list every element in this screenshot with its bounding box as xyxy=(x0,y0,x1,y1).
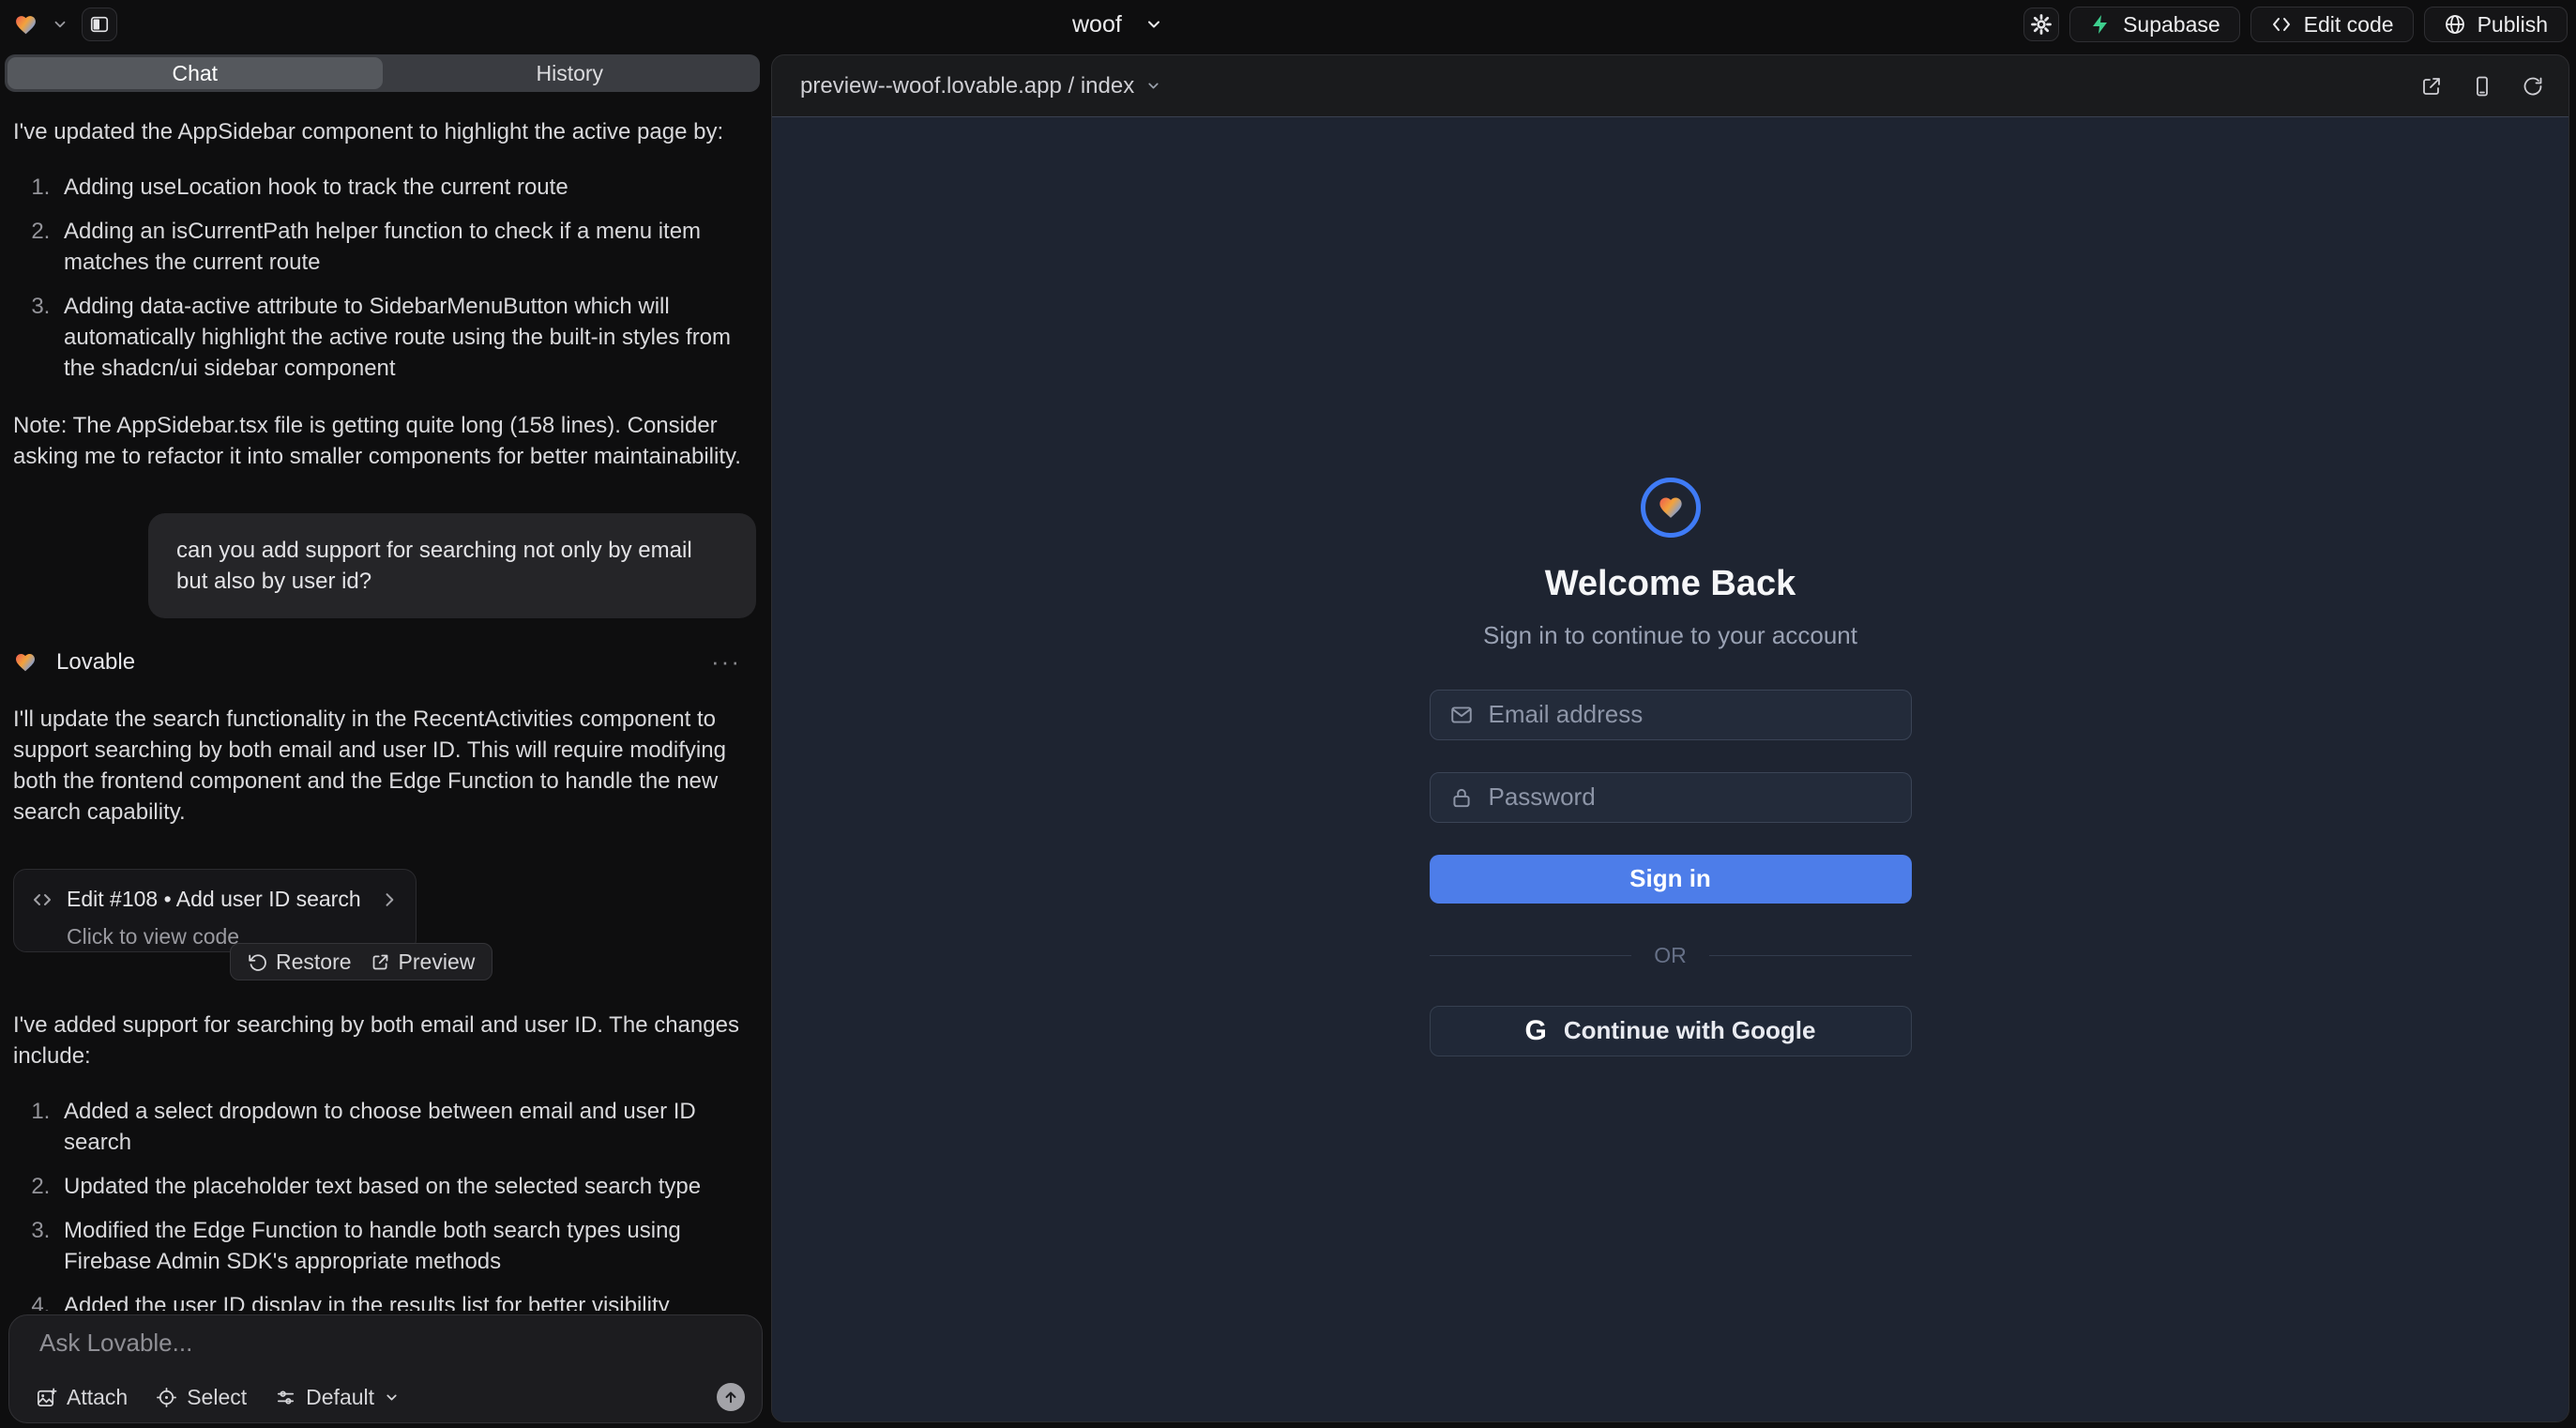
refresh-icon[interactable] xyxy=(2522,75,2544,98)
settings-button[interactable] xyxy=(2023,8,2059,41)
continue-with-google-button[interactable]: G Continue with Google xyxy=(1430,1006,1912,1056)
open-in-new-tab-icon[interactable] xyxy=(2420,75,2443,98)
assistant-name: Lovable xyxy=(56,646,135,677)
code-brackets-icon xyxy=(2270,13,2293,36)
lovable-avatar-heart-icon xyxy=(13,651,38,674)
preview-url: preview--woof.lovable.app / index xyxy=(800,73,1134,99)
supabase-label: Supabase xyxy=(2123,12,2220,38)
edit-code-label: Edit code xyxy=(2304,12,2394,38)
assistant-msg1-list: Adding useLocation hook to track the cur… xyxy=(56,172,756,384)
chat-panel: Chat History I've updated the AppSidebar… xyxy=(0,49,765,1428)
assistant-msg2-list: Added a select dropdown to choose betwee… xyxy=(56,1096,756,1311)
chat-history-tabbar: Chat History xyxy=(5,54,760,92)
assistant-msg2-summary: I've added support for searching by both… xyxy=(13,1010,756,1071)
restore-icon xyxy=(248,952,267,972)
globe-icon xyxy=(2444,13,2466,36)
edit-card[interactable]: Edit #108 • Add user ID search supp... C… xyxy=(13,869,417,952)
mobile-view-icon[interactable] xyxy=(2471,75,2493,98)
composer: Attach Select Default xyxy=(8,1314,763,1423)
envelope-icon xyxy=(1449,703,1474,727)
sidebar-toggle-button[interactable] xyxy=(82,8,117,41)
tab-chat[interactable]: Chat xyxy=(8,57,383,89)
lock-icon xyxy=(1449,785,1474,810)
edit-card-wrapper: Edit #108 • Add user ID search supp... C… xyxy=(13,869,417,983)
login-subtitle: Sign in to continue to your account xyxy=(1483,621,1857,650)
assistant-msg1-intro: I've updated the AppSidebar component to… xyxy=(13,116,756,147)
login-card: Welcome Back Sign in to continue to your… xyxy=(1430,478,1912,1056)
publish-label: Publish xyxy=(2478,12,2548,38)
preview-button[interactable]: Preview xyxy=(365,943,481,981)
edit-card-title: Edit #108 • Add user ID search supp... xyxy=(67,884,367,915)
tab-history[interactable]: History xyxy=(383,57,758,89)
app-logo-ring xyxy=(1641,478,1701,538)
chat-input[interactable] xyxy=(39,1329,696,1358)
supabase-bolt-icon xyxy=(2089,13,2112,36)
list-item: Adding data-active attribute to SidebarM… xyxy=(56,291,756,384)
list-item: Modified the Edge Function to handle bot… xyxy=(56,1215,756,1277)
or-divider: OR xyxy=(1430,943,1912,968)
list-item: Added the user ID display in the results… xyxy=(56,1290,756,1311)
project-menu-chevron-icon[interactable] xyxy=(52,16,68,33)
publish-button[interactable]: Publish xyxy=(2424,7,2568,42)
password-field[interactable] xyxy=(1489,782,1892,812)
divider-line xyxy=(1709,955,1912,956)
preview-urlbar: preview--woof.lovable.app / index xyxy=(772,55,2568,116)
preview-viewport: Welcome Back Sign in to continue to your… xyxy=(772,116,2568,1421)
supabase-button[interactable]: Supabase xyxy=(2069,7,2240,42)
select-button[interactable]: Select xyxy=(156,1385,247,1410)
list-item: Adding an isCurrentPath helper function … xyxy=(56,216,756,278)
password-field-wrapper xyxy=(1430,772,1912,823)
login-title: Welcome Back xyxy=(1545,564,1796,604)
preview-url-dropdown[interactable]: preview--woof.lovable.app / index xyxy=(800,73,1161,99)
chevron-right-icon[interactable] xyxy=(380,890,399,909)
attach-image-icon xyxy=(36,1387,57,1408)
chevron-down-icon xyxy=(1145,78,1161,94)
gear-icon xyxy=(2030,13,2053,36)
attach-button[interactable]: Attach xyxy=(36,1385,128,1410)
send-button[interactable] xyxy=(717,1383,745,1411)
arrow-up-icon xyxy=(722,1389,739,1405)
chevron-down-icon xyxy=(1144,15,1163,34)
edit-code-button[interactable]: Edit code xyxy=(2250,7,2414,42)
email-field-wrapper xyxy=(1430,690,1912,740)
edit-card-actions: Restore Preview xyxy=(230,943,492,980)
mode-dropdown[interactable]: Default xyxy=(275,1385,400,1410)
assistant-header: Lovable ··· xyxy=(13,646,756,677)
code-brackets-icon xyxy=(31,889,53,911)
preview-panel: preview--woof.lovable.app / index xyxy=(771,54,2569,1422)
user-message-row: can you add support for searching not on… xyxy=(13,513,756,618)
email-field[interactable] xyxy=(1489,700,1892,729)
sliders-icon xyxy=(275,1387,296,1408)
chevron-down-icon xyxy=(384,1390,400,1405)
list-item: Adding useLocation hook to track the cur… xyxy=(56,172,756,203)
project-title-dropdown[interactable]: woof xyxy=(1072,0,1163,49)
or-label: OR xyxy=(1654,943,1687,968)
user-message-bubble: can you add support for searching not on… xyxy=(148,513,756,618)
list-item: Updated the placeholder text based on th… xyxy=(56,1171,756,1202)
chat-messages: I've updated the AppSidebar component to… xyxy=(13,101,756,1311)
google-g-icon: G xyxy=(1525,1015,1547,1047)
select-target-icon xyxy=(156,1387,177,1408)
message-menu-button[interactable]: ··· xyxy=(711,646,741,677)
app-logo-heart-icon xyxy=(1657,494,1685,521)
lovable-logo-heart-icon xyxy=(13,13,38,37)
divider-line xyxy=(1430,955,1632,956)
google-button-label: Continue with Google xyxy=(1564,1016,1816,1045)
restore-button[interactable]: Restore xyxy=(242,943,357,981)
project-name: woof xyxy=(1072,11,1122,38)
external-link-icon xyxy=(371,952,390,972)
list-item: Added a select dropdown to choose betwee… xyxy=(56,1096,756,1158)
sidebar-panel-icon xyxy=(89,14,110,35)
sign-in-button[interactable]: Sign in xyxy=(1430,855,1912,904)
assistant-msg2-intro: I'll update the search functionality in … xyxy=(13,704,756,828)
topbar: woof Supabase Edit code xyxy=(0,0,2576,49)
assistant-msg1-note: Note: The AppSidebar.tsx file is getting… xyxy=(13,410,756,472)
